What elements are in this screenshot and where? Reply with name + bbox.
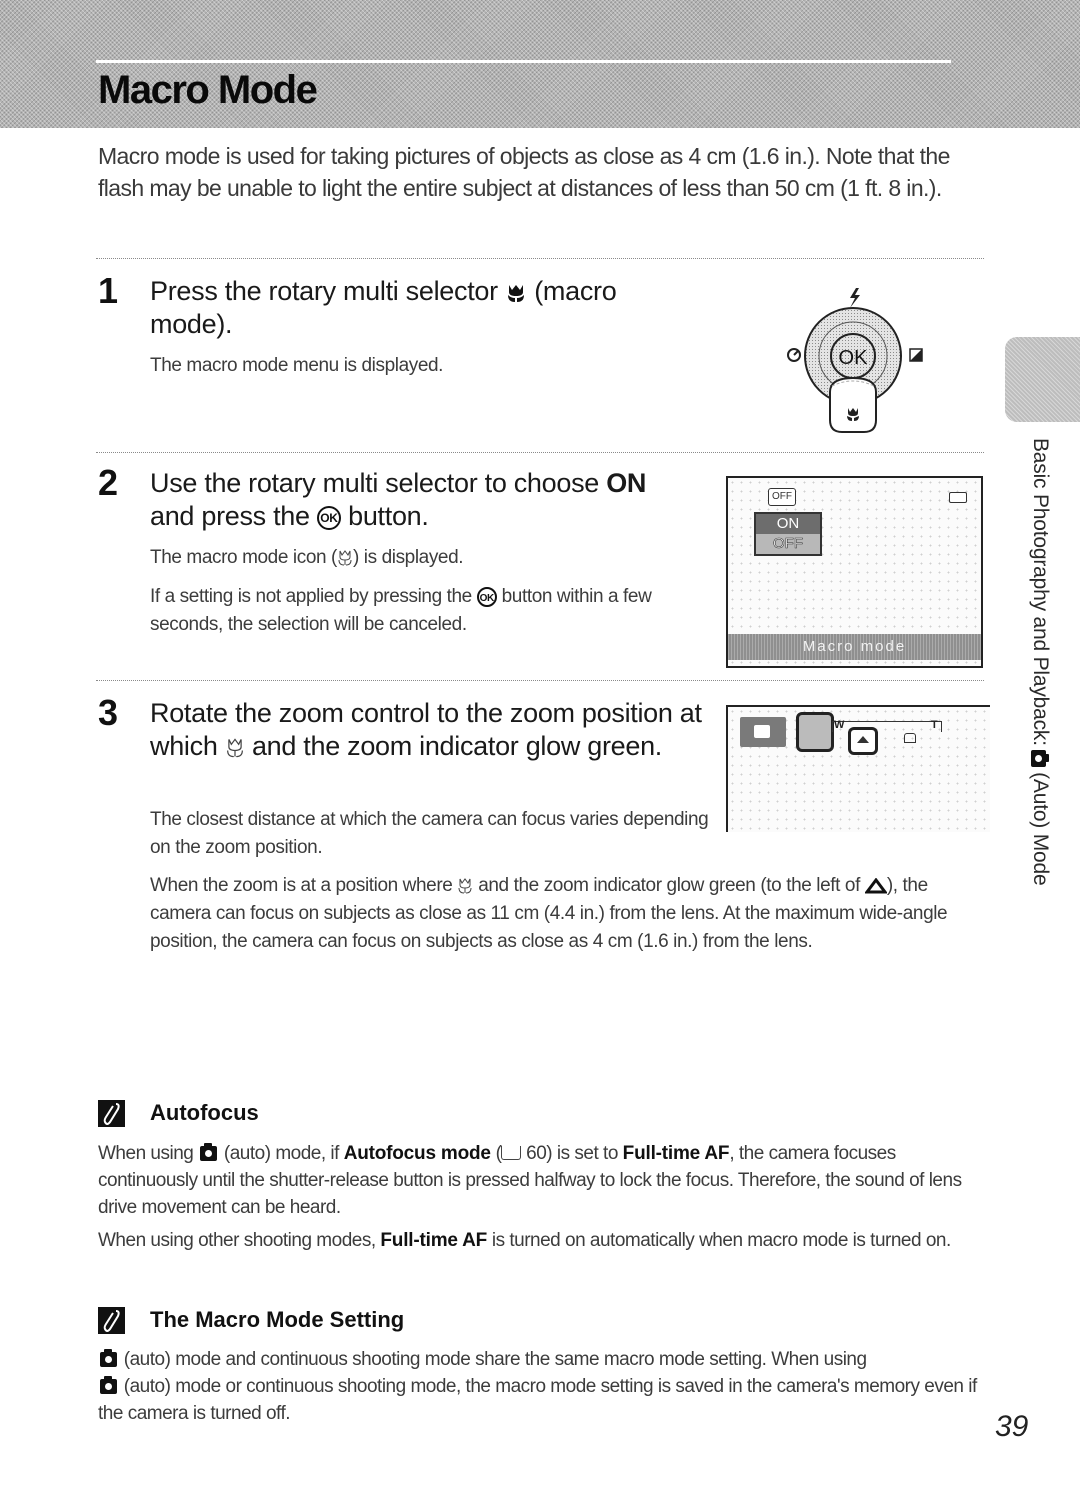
auto-mode-camera-icon <box>200 1143 218 1161</box>
auto-mode-camera-icon <box>100 1376 117 1394</box>
macro-off-indicator-icon: OFF <box>768 488 796 506</box>
macro-outline-icon <box>458 878 472 894</box>
step-number: 2 <box>98 462 119 503</box>
divider <box>96 452 984 453</box>
page-number: 39 <box>995 1410 1029 1443</box>
auto-mode-camera-icon <box>1030 750 1046 768</box>
page-title: Macro Mode <box>98 68 318 112</box>
header-banner: Macro Mode <box>0 0 1080 128</box>
note-paragraph: When using (auto) mode, if Autofocus mod… <box>98 1143 962 1218</box>
note-heading: Autofocus <box>150 1100 259 1125</box>
zoom-position-marker <box>848 727 878 755</box>
lcd-macro-menu: OFF ON OFF Macro mode <box>726 476 983 668</box>
battery-icon <box>949 492 967 503</box>
zoom-wide-label: W <box>834 719 845 731</box>
menu-option-off: OFF <box>756 534 820 554</box>
menu-option-on: ON <box>756 514 820 534</box>
lcd-bottom-bar: Macro mode <box>728 634 981 660</box>
note-pencil-icon <box>98 1100 125 1127</box>
step-note: The macro mode icon () is displayed. <box>150 547 464 568</box>
intro-paragraph: Macro mode is used for taking pictures o… <box>98 143 950 201</box>
zoom-tele-label: T <box>931 719 938 731</box>
step-note: The closest distance at which the camera… <box>150 809 709 858</box>
note-heading: The Macro Mode Setting <box>150 1307 405 1332</box>
lcd-zoom-display: W T <box>726 705 990 832</box>
step-note: If a setting is not applied by pressing … <box>150 586 652 635</box>
ok-button-icon: OK <box>476 586 497 607</box>
step-title: Press the rotary multi selector (macro m… <box>150 276 617 339</box>
step-title: Rotate the zoom control to the zoom posi… <box>150 698 702 761</box>
rotary-multi-selector-figure: OK <box>787 288 923 433</box>
macro-indicator-icon <box>796 712 834 752</box>
chapter-label: Basic Photography and Playback: (Auto) M… <box>1029 438 1052 886</box>
macro-outline-icon <box>226 738 243 758</box>
exposure-compensation-icon <box>909 348 923 362</box>
flash-icon <box>850 288 860 308</box>
step-extra-paragraph: When the zoom is at a position where and… <box>150 875 948 952</box>
auto-mode-camera-icon <box>100 1349 117 1367</box>
macro-menu: ON OFF <box>754 512 822 556</box>
ok-button-icon: OK <box>316 505 341 530</box>
divider <box>96 680 984 681</box>
macro-button <box>829 376 877 433</box>
step-number: 3 <box>98 692 119 733</box>
macro-outline-icon <box>338 550 352 566</box>
macro-flower-icon <box>508 284 525 302</box>
book-reference-icon <box>501 1146 522 1160</box>
note-pencil-icon <box>98 1307 125 1334</box>
step-number: 1 <box>98 270 119 311</box>
note-paragraph: (auto) mode and continuous shooting mode… <box>98 1349 977 1424</box>
step-title: Use the rotary multi selector to choose … <box>150 468 647 531</box>
step-note: The macro mode menu is displayed. <box>150 355 444 376</box>
banner-rule <box>96 60 951 63</box>
auto-mode-icon <box>740 717 786 747</box>
divider <box>96 258 984 259</box>
triangle-marker-icon <box>864 877 887 894</box>
note-paragraph: When using other shooting modes, Full-ti… <box>98 1230 951 1251</box>
self-timer-icon <box>787 348 801 362</box>
macro-limit-marker-icon <box>904 733 916 743</box>
ok-label: OK <box>839 347 869 369</box>
chapter-tab <box>1005 337 1080 422</box>
